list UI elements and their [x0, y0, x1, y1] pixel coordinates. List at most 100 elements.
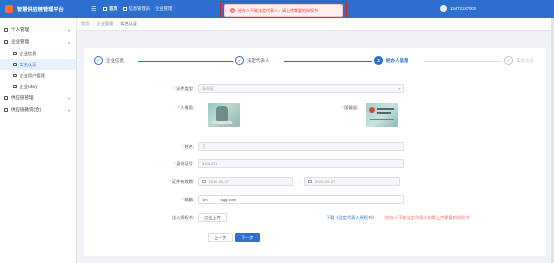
id-back-label: *国徽面:	[341, 105, 358, 110]
cert-type-row: *证件类型: 身份证 ▾	[144, 84, 404, 93]
validity-end-input[interactable]: 2026-05-27	[304, 177, 401, 186]
step-label: 法定代表人	[247, 57, 270, 63]
name-row: *姓名: 王	[144, 142, 404, 151]
topnav-enterprise-label: 企业管理	[155, 6, 173, 11]
step-number: 4	[504, 56, 513, 65]
id-text-line	[370, 119, 394, 120]
error-alert: × 经办人不能法定代表人，请上传需要的授权书	[224, 4, 343, 17]
topnav-info-admin[interactable]: 信息管理员	[122, 6, 151, 12]
top-nav: 首页 信息管理员 企业管理	[103, 6, 172, 12]
sidebar-item-label: 企业Ukey	[19, 83, 38, 89]
check-icon: ✓	[235, 56, 244, 65]
download-auth-letter-link[interactable]: 下载《法定代表人授权书》	[326, 215, 376, 221]
error-icon: ×	[230, 8, 235, 13]
cert-type-label: *证件类型:	[173, 85, 194, 91]
step-label: 企业信息	[106, 57, 124, 63]
sidebar-group-label: 供应链管理	[11, 95, 34, 100]
step-progress: ✓ 企业信息 ✓ 法定代表人 3 经办人信息 4 实名认证	[94, 56, 544, 70]
step-3: 3 经办人信息	[374, 56, 409, 65]
validity-row: *证件有效期: 2016-05-27 - 2026-05-27	[144, 177, 401, 186]
sidebar-item-enterprise-info[interactable]: 企业信息	[0, 48, 76, 59]
user-icon	[4, 28, 8, 32]
validity-label: *证件有效期:	[169, 178, 194, 184]
chevron-up-icon: ▴	[67, 39, 70, 45]
id-text-blur	[212, 121, 232, 124]
upload-button[interactable]: 点击上传	[198, 213, 227, 222]
id-front-row: *人像面:	[144, 103, 240, 127]
sidebar-group-personal[interactable]: 个人管理 ▾	[0, 24, 76, 36]
chevron-down-icon: ▾	[398, 86, 400, 91]
topnav-enterprise[interactable]: 企业管理	[155, 6, 172, 12]
national-emblem-icon	[369, 107, 375, 113]
sidebar-item-real-name[interactable]: 实名认证	[0, 59, 76, 70]
document-icon	[122, 7, 127, 11]
sidebar-group-financing[interactable]: 供应链融资(合) ▾	[0, 104, 76, 116]
step-2: ✓ 法定代表人	[235, 56, 270, 65]
portrait-shape	[216, 106, 228, 121]
id-text-line	[377, 108, 394, 110]
auth-letter-row: 法人授权书: 点击上传	[144, 213, 227, 222]
step-connector	[138, 60, 233, 62]
validity-start-input[interactable]: 2016-05-27	[198, 177, 293, 186]
alert-message: 经办人不能法定代表人，请上传需要的授权书	[238, 7, 318, 13]
next-step-button[interactable]: 下一步	[235, 233, 260, 242]
calendar-icon	[308, 179, 312, 184]
id-number-input[interactable]: 5101271	[198, 159, 404, 168]
id-number-row: *身份证号: 5101271	[144, 159, 404, 168]
sidebar: 个人管理 ▾ 企业管理 ▴ 企业信息 实名认证 企业用户管理 企业Ukey 供应…	[0, 18, 77, 263]
sidebar-group-enterprise[interactable]: 企业管理 ▴	[0, 36, 76, 48]
breadcrumb-current: 实名认证	[120, 21, 138, 26]
calendar-icon	[202, 179, 206, 184]
topnav-home[interactable]: 首页	[103, 6, 118, 12]
chevron-down-icon: ▾	[67, 95, 70, 101]
chevron-down-icon: ▾	[67, 27, 70, 33]
menu-toggle-icon[interactable]: ☰	[91, 6, 99, 13]
id-card-front-image[interactable]	[208, 103, 240, 127]
sidebar-item-label: 企业用户管理	[19, 72, 45, 78]
user-menu[interactable]: 15472187000	[440, 5, 476, 12]
main-card: ✓ 企业信息 ✓ 法定代表人 3 经办人信息 4 实名认证 *证件类型: 身份证…	[84, 48, 546, 256]
step-number: 3	[374, 56, 383, 65]
id-back-row: *国徽面:	[308, 103, 398, 127]
auth-letter-warning: *经办人不能法定代表人则需上传需要的授权书	[384, 215, 470, 220]
users-icon	[13, 73, 17, 78]
step-connector	[284, 60, 372, 62]
sidebar-group-supply-chain[interactable]: 供应链管理 ▾	[0, 92, 76, 104]
sidebar-group-label: 个人管理	[11, 27, 29, 32]
app-title: 智慧供应链管理平台	[17, 6, 64, 13]
step-label: 实名认证	[516, 57, 534, 63]
step-1: ✓ 企业信息	[94, 56, 124, 65]
breadcrumb-item[interactable]: 企业管理	[97, 21, 114, 27]
name-label: *姓名:	[181, 143, 194, 149]
auth-letter-label: 法人授权书:	[171, 214, 194, 220]
id-front-label: *人像面:	[177, 105, 194, 110]
email-label: *邮箱:	[181, 196, 194, 202]
home-icon	[103, 7, 107, 11]
key-icon	[13, 84, 17, 89]
breadcrumb-home[interactable]: 首页	[81, 21, 89, 27]
email-row: *邮箱: 1m sgg.com	[144, 195, 404, 204]
sidebar-item-label: 企业信息	[19, 50, 37, 56]
logo-icon	[5, 5, 13, 13]
finance-icon	[4, 108, 8, 112]
step-connector	[424, 60, 502, 62]
name-input[interactable]: 王	[198, 142, 404, 151]
sidebar-item-ukey[interactable]: 企业Ukey	[0, 81, 76, 92]
step-label: 经办人信息	[386, 57, 409, 63]
app-logo[interactable]: 智慧供应链管理平台	[0, 0, 85, 18]
cert-type-select[interactable]: 身份证 ▾	[198, 84, 404, 93]
email-input[interactable]: 1m sgg.com	[198, 195, 404, 204]
id-number-label: *身份证号:	[173, 160, 194, 166]
topnav-info-admin-label: 信息管理员	[128, 6, 151, 11]
topnav-home-label: 首页	[109, 6, 118, 11]
sidebar-group-label: 企业管理	[11, 39, 29, 44]
avatar	[440, 5, 447, 12]
prev-step-button[interactable]: 上一步	[208, 233, 233, 242]
sidebar-group-label: 供应链融资(合)	[11, 107, 41, 112]
check-icon: ✓	[94, 56, 103, 65]
user-phone: 15472187000	[450, 6, 477, 11]
id-text-line	[377, 112, 391, 114]
id-card-back-image[interactable]	[366, 103, 398, 127]
breadcrumb: 首页 / 企业管理 / 实名认证	[77, 18, 554, 31]
sidebar-item-enterprise-users[interactable]: 企业用户管理	[0, 70, 76, 81]
